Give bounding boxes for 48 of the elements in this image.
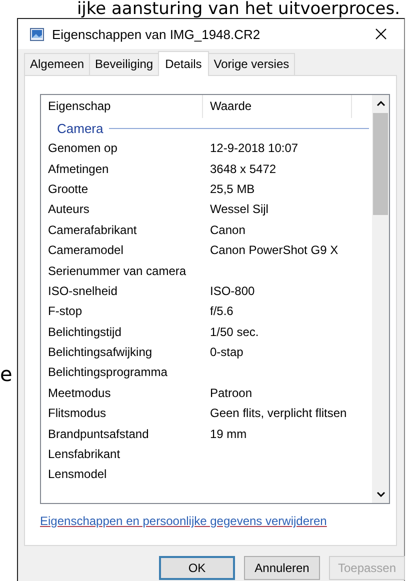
property-value: Geen flits, verplicht flitsen (209, 406, 347, 420)
property-value: 19 mm (209, 426, 247, 441)
property-value: Wessel Sijl (209, 202, 268, 216)
tab[interactable]: Algemeen (24, 53, 90, 75)
property-value: 1/50 sec. (209, 324, 259, 339)
property-value: Canon (209, 222, 246, 237)
column-header[interactable]: Waarde (203, 95, 352, 118)
property-name: Genomen op (47, 141, 118, 156)
property-name: Cameramodel (47, 243, 124, 258)
property-name: Camerafabrikant (47, 222, 138, 237)
property-value: 25,5 MB (209, 182, 255, 196)
column-header[interactable]: Eigenschap (41, 95, 203, 118)
scrollbar-thumb[interactable] (373, 113, 388, 215)
property-name: Brandpuntsafstand (47, 426, 150, 441)
property-name: Grootte (47, 182, 90, 196)
property-name: Afmetingen (47, 162, 110, 176)
group-header: Camera (57, 120, 104, 136)
property-name: ISO-snelheid (47, 284, 118, 298)
property-name: Belichtingsprogramma (47, 365, 168, 380)
property-name: Serienummer van camera (47, 264, 188, 278)
window-title: Eigenschappen van IMG_1948.CR2 (52, 26, 262, 42)
property-value: Patroon (209, 386, 252, 400)
property-value: ISO-800 (209, 284, 255, 298)
property-name: Auteurs (47, 202, 90, 216)
property-name: Flitsmodus (47, 406, 108, 420)
property-value: 12-9-2018 10:07 (209, 141, 298, 156)
property-value: Canon PowerShot G9 X (209, 243, 338, 258)
property-name: Belichtingsafwijking (47, 345, 154, 360)
dialog-button[interactable]: Annuleren (244, 556, 320, 580)
background-text: ijke aansturing van het uitvoerproces. (76, 0, 401, 18)
tab[interactable]: Details (158, 51, 209, 76)
background-text: e (0, 362, 12, 386)
property-value: f/5.6 (209, 304, 234, 318)
property-name: F-stop (47, 304, 84, 318)
property-name: Lensfabrikant (47, 447, 122, 462)
remove-properties-link[interactable]: Eigenschappen en persoonlijke gegevens verwijderen (40, 514, 327, 528)
property-name: Belichtingstijd (47, 324, 122, 339)
scroll-down-icon[interactable] (376, 492, 384, 497)
close-icon[interactable] (375, 28, 387, 40)
property-value: 0-stap (209, 345, 244, 360)
tab[interactable]: Vorige versies (208, 53, 296, 75)
property-name: Lensmodel (47, 467, 108, 482)
image-file-icon (30, 28, 44, 40)
scrollbar[interactable] (372, 95, 389, 503)
dialog-button[interactable]: OK (159, 556, 235, 580)
property-name: Meetmodus (47, 386, 112, 400)
property-value: 3648 x 5472 (209, 162, 276, 176)
scroll-up-icon[interactable] (376, 101, 384, 106)
